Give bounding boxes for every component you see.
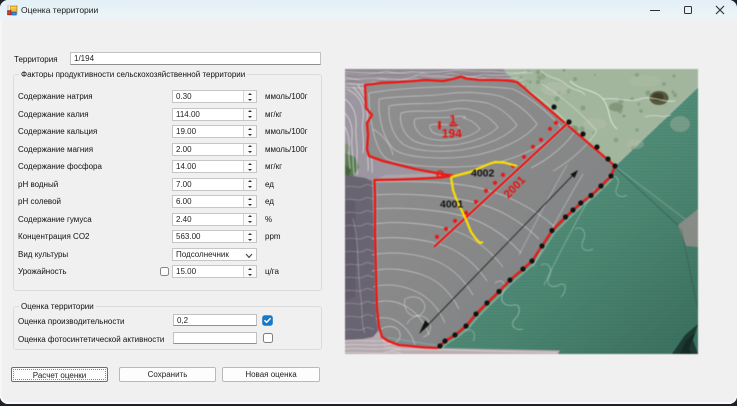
svg-text:1: 1 (450, 112, 457, 126)
svg-text:4002: 4002 (471, 168, 495, 180)
svg-text:194: 194 (442, 127, 462, 141)
svg-text:4001: 4001 (440, 199, 464, 211)
